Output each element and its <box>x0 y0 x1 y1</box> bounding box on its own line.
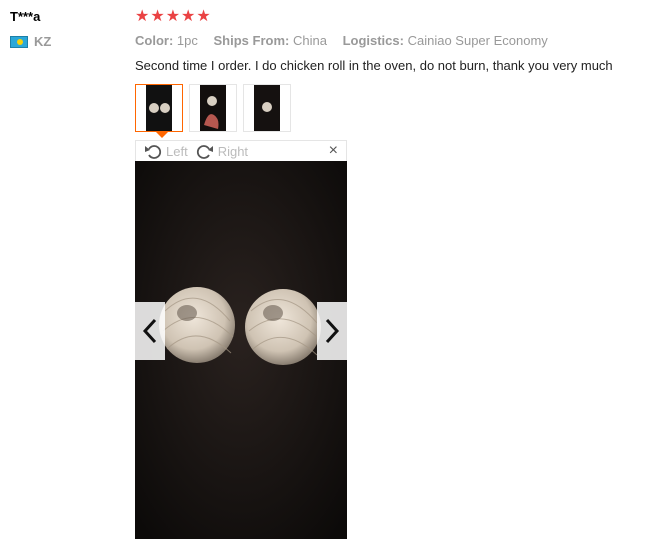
next-image-button[interactable] <box>317 302 347 360</box>
attr-color-key: Color: <box>135 33 174 48</box>
country-code: KZ <box>34 34 52 49</box>
review-text: Second time I order. I do chicken roll i… <box>135 58 613 73</box>
previous-image-button[interactable] <box>135 302 165 360</box>
rotate-left-button[interactable]: Left <box>144 143 188 159</box>
attr-logistics-value: Cainiao Super Economy <box>407 33 548 48</box>
review-thumbnail[interactable] <box>135 84 183 138</box>
attr-ships-from-key: Ships From: <box>213 33 290 48</box>
rotate-right-icon <box>196 145 213 159</box>
order-attributes: Color: 1pc Ships From: China Logistics: … <box>135 33 548 48</box>
review-thumbnails <box>135 84 297 138</box>
star-icon: ★ <box>150 8 165 25</box>
user-name: T***a <box>10 9 41 24</box>
close-viewer-button[interactable]: × <box>329 142 338 160</box>
attr-logistics-key: Logistics: <box>342 33 404 48</box>
chevron-left-icon <box>142 318 157 344</box>
rotate-left-icon <box>145 145 162 159</box>
attr-ships-from-value: China <box>292 33 327 48</box>
rotate-right-label: Right <box>217 143 249 159</box>
user-country: KZ <box>10 34 51 49</box>
review-photo <box>135 161 347 539</box>
rotate-right-button[interactable]: Right <box>196 143 248 159</box>
review-thumbnail[interactable] <box>243 84 291 132</box>
chevron-right-icon <box>325 318 340 344</box>
kazakhstan-flag-icon <box>10 35 28 48</box>
star-icon: ★ <box>165 8 181 25</box>
star-icon: ★ <box>181 8 196 25</box>
selected-caret-icon <box>156 132 168 138</box>
review-thumbnail[interactable] <box>189 84 237 132</box>
star-rating: ★ ★ ★ ★ ★ <box>135 9 212 25</box>
review-image-viewer <box>135 161 347 539</box>
attr-color-value: 1pc <box>176 33 198 48</box>
star-icon: ★ <box>135 8 150 25</box>
star-icon: ★ <box>196 8 211 25</box>
image-viewer-toolbar: Left Right × <box>135 140 347 161</box>
rotate-left-label: Left <box>166 143 188 159</box>
